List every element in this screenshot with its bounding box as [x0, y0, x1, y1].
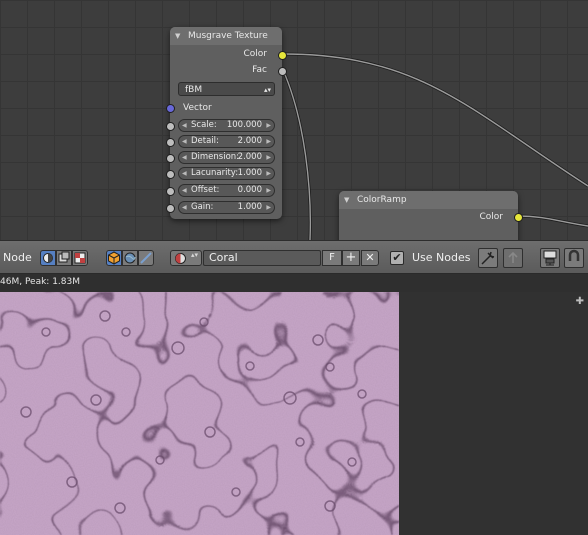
- compositing-nodes-icon[interactable]: [56, 250, 72, 266]
- input-dimension-socket[interactable]: [166, 154, 175, 163]
- output-color-label: Color: [479, 212, 504, 222]
- browse-material-button[interactable]: ▴▾: [170, 250, 202, 266]
- decrement-arrow-icon[interactable]: ◀: [182, 168, 187, 179]
- collapse-triangle-icon[interactable]: ▼: [344, 191, 349, 209]
- lacunarity-field[interactable]: ◀ Lacunarity: 1.000 ▶: [178, 167, 275, 180]
- dimension-field[interactable]: ◀ Dimension: 2.000 ▶: [178, 151, 275, 164]
- field-value: 0.000: [237, 185, 262, 195]
- texture-nodes-icon[interactable]: [72, 250, 88, 266]
- node-editor-header: Node ▴▾ Coral F + ✕ ✔ Use Nodes: [0, 240, 588, 274]
- decrement-arrow-icon[interactable]: ◀: [182, 120, 187, 131]
- new-material-button[interactable]: +: [342, 250, 360, 266]
- field-label: Scale:: [191, 120, 217, 130]
- right-side-panel: ✚: [399, 292, 588, 535]
- use-nodes-checkbox[interactable]: ✔: [390, 251, 404, 265]
- field-value: 100.000: [226, 120, 262, 130]
- link-fac: [281, 69, 312, 240]
- close-icon: ✕: [365, 251, 375, 264]
- texture-ridges: [0, 292, 399, 535]
- input-gain-socket[interactable]: [166, 204, 175, 213]
- render-viewport[interactable]: 46M, Peak: 1.83M ✚: [0, 274, 588, 535]
- output-fac-socket[interactable]: [278, 67, 287, 76]
- increment-arrow-icon[interactable]: ▶: [266, 185, 271, 196]
- musgrave-texture-node[interactable]: ▼ Musgrave Texture Color Fac fBM ▴▾ Vect…: [166, 27, 287, 219]
- scale-field[interactable]: ◀ Scale: 100.000 ▶: [178, 119, 275, 132]
- object-shader-icon[interactable]: [106, 250, 122, 266]
- decrement-arrow-icon[interactable]: ◀: [182, 152, 187, 163]
- input-lacunarity-socket[interactable]: [166, 170, 175, 179]
- node-title: Musgrave Texture: [188, 31, 268, 41]
- decrement-arrow-icon[interactable]: ◀: [182, 202, 187, 213]
- increment-arrow-icon[interactable]: ▶: [266, 202, 271, 213]
- output-color-socket[interactable]: [514, 213, 523, 222]
- link-color: [282, 52, 588, 188]
- field-value: 1.000: [237, 168, 262, 178]
- field-label: Dimension:: [191, 152, 240, 162]
- material-sphere-icon: [175, 253, 186, 264]
- go-to-parent-icon[interactable]: [503, 248, 523, 268]
- shader-nodes-icon[interactable]: [40, 250, 56, 266]
- output-color-label: Color: [243, 49, 268, 59]
- snap-icon[interactable]: [564, 248, 584, 268]
- field-label: Detail:: [191, 136, 219, 146]
- input-vector-label: Vector: [183, 103, 212, 113]
- plus-icon: +: [345, 250, 357, 265]
- material-name-field[interactable]: Coral: [203, 250, 321, 266]
- line-style-icon[interactable]: [138, 250, 154, 266]
- collapse-triangle-icon[interactable]: ▼: [175, 27, 180, 45]
- rendered-texture-preview: [0, 292, 399, 535]
- input-scale-socket[interactable]: [166, 122, 175, 131]
- increment-arrow-icon[interactable]: ▶: [266, 168, 271, 179]
- field-value: 2.000: [237, 152, 262, 162]
- expand-panel-plus-icon[interactable]: ✚: [576, 296, 584, 307]
- field-value: 2.000: [237, 136, 262, 146]
- output-color-socket[interactable]: [278, 51, 287, 60]
- input-detail-socket[interactable]: [166, 138, 175, 147]
- field-label: Gain:: [191, 202, 214, 212]
- link-color: [282, 53, 588, 187]
- output-fac-label: Fac: [252, 65, 267, 75]
- dropdown-value: fBM: [185, 85, 203, 95]
- memory-stats: 46M, Peak: 1.83M: [0, 277, 81, 287]
- node-menu[interactable]: Node: [3, 251, 32, 264]
- input-offset-socket[interactable]: [166, 187, 175, 196]
- input-vector-socket[interactable]: [166, 104, 175, 113]
- pin-icon[interactable]: [478, 248, 498, 268]
- render-stats-bar: 46M, Peak: 1.83M: [0, 274, 588, 292]
- world-shader-icon[interactable]: [122, 250, 138, 266]
- node-header[interactable]: ▼ ColorRamp: [339, 191, 518, 209]
- field-value: 1.000: [237, 202, 262, 212]
- field-label: Lacunarity:: [191, 168, 239, 178]
- decrement-arrow-icon[interactable]: ◀: [182, 185, 187, 196]
- backdrop-icon[interactable]: [540, 248, 560, 268]
- checkmark-icon: ✔: [392, 251, 402, 264]
- increment-arrow-icon[interactable]: ▶: [266, 152, 271, 163]
- colorramp-node[interactable]: ▼ ColorRamp Color: [339, 191, 523, 240]
- offset-field[interactable]: ◀ Offset: 0.000 ▶: [178, 184, 275, 197]
- gain-field[interactable]: ◀ Gain: 1.000 ▶: [178, 201, 275, 214]
- material-name: Coral: [209, 251, 238, 264]
- increment-arrow-icon[interactable]: ▶: [266, 120, 271, 131]
- increment-arrow-icon[interactable]: ▶: [266, 136, 271, 147]
- node-header[interactable]: ▼ Musgrave Texture: [170, 27, 282, 45]
- unlink-material-button[interactable]: ✕: [361, 250, 379, 266]
- use-nodes-label: Use Nodes: [412, 251, 471, 264]
- decrement-arrow-icon[interactable]: ◀: [182, 136, 187, 147]
- field-label: Offset:: [191, 185, 220, 195]
- node-editor-canvas[interactable]: ▼ Musgrave Texture Color Fac fBM ▴▾ Vect…: [0, 0, 588, 240]
- updown-arrows-icon: ▴▾: [190, 251, 198, 259]
- detail-field[interactable]: ◀ Detail: 2.000 ▶: [178, 135, 275, 148]
- node-title: ColorRamp: [357, 195, 407, 205]
- fake-user-button[interactable]: F: [322, 250, 342, 266]
- musgrave-type-dropdown[interactable]: fBM ▴▾: [178, 82, 275, 96]
- updown-arrows-icon: ▴▾: [263, 86, 271, 94]
